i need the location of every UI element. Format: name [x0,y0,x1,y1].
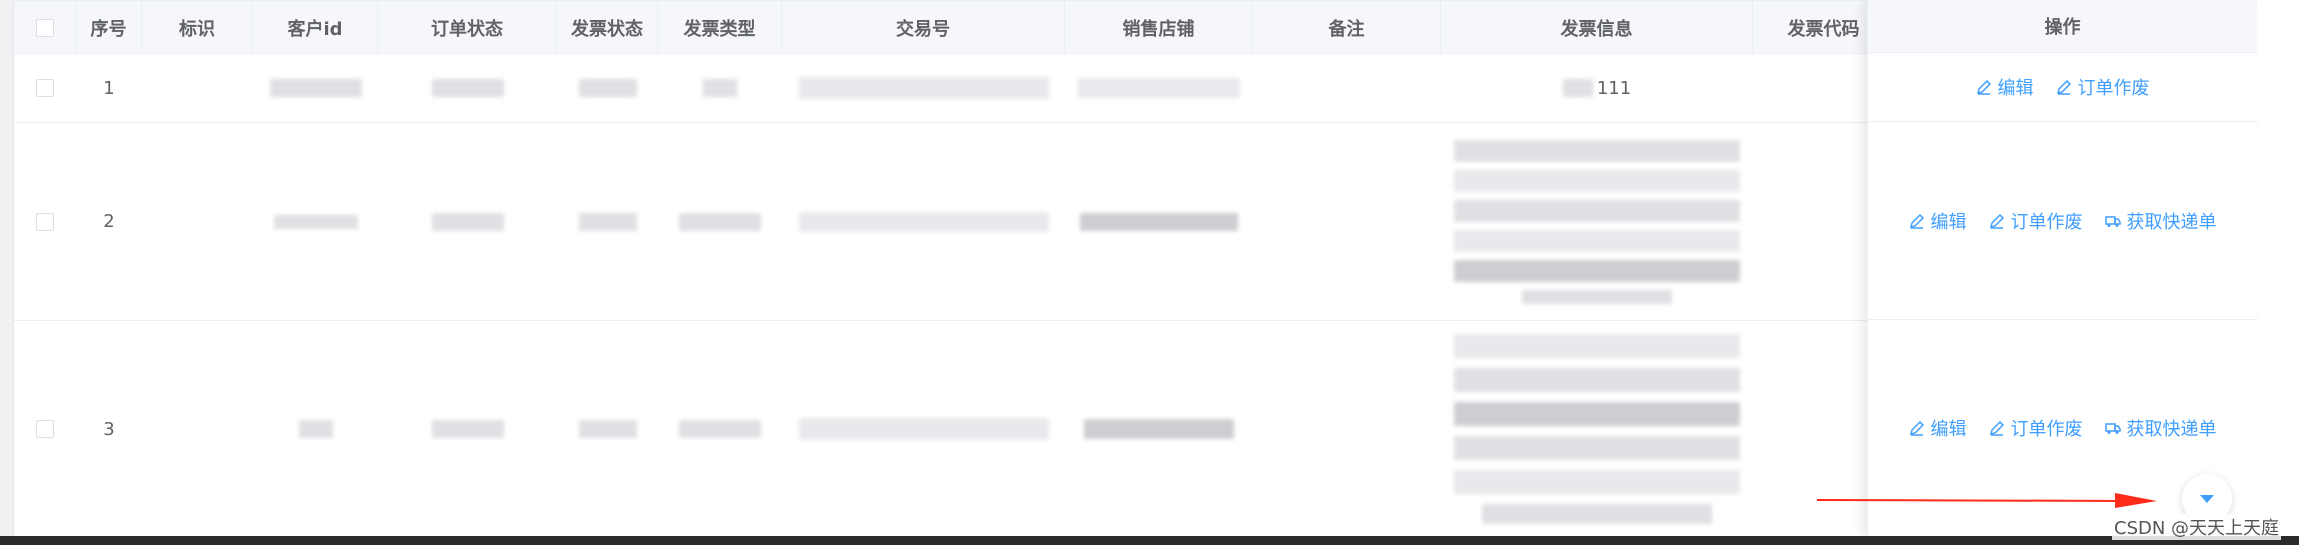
edit-icon [1989,420,2004,436]
col-header-invoice-type[interactable]: 发票类型 [658,1,782,54]
void-order-label: 订单作废 [2010,419,2083,440]
edit-label: 编辑 [1997,78,2034,99]
transaction-no-redacted [782,54,1065,122]
col-header-invoice-status[interactable]: 发票状态 [557,1,658,54]
row-checkbox-cell [14,321,76,537]
edit-icon [1909,420,1924,436]
transaction-no-redacted [782,123,1065,320]
order-status-redacted [378,123,557,320]
col-header-invoice-info[interactable]: 发票信息 [1441,1,1753,54]
row-checkbox[interactable] [36,420,54,438]
invoice-type-redacted [658,123,782,320]
row-actions: 编辑 订单作废 [1868,53,2257,122]
select-all-checkbox[interactable] [35,18,54,37]
edit-button[interactable]: 编辑 [1909,415,1967,441]
get-express-button[interactable]: 获取快递单 [2104,208,2217,234]
col-header-order-status[interactable]: 订单状态 [378,1,557,54]
edit-icon [1989,213,2004,229]
edit-icon [1909,213,1924,229]
row-checkbox[interactable] [36,79,54,97]
store-redacted [1065,54,1253,122]
row-actions: 编辑 订单作废 获取快递单 [1868,122,2257,320]
get-express-label: 获取快递单 [2126,419,2217,440]
left-scroll-strip [0,0,14,545]
col-header-customer-id[interactable]: 客户id [253,1,378,54]
order-status-redacted [378,54,557,122]
row-checkbox-cell [14,123,76,320]
chevron-down-icon [2200,495,2214,503]
store-redacted [1065,321,1253,537]
row-index: 3 [103,418,115,440]
col-header-remark[interactable]: 备注 [1253,1,1441,54]
watermark-text: CSDN @天天上天庭 [2112,514,2282,540]
void-order-button[interactable]: 订单作废 [2056,74,2150,100]
truck-icon [2104,423,2121,434]
edit-icon [2056,79,2071,95]
edit-icon [1976,79,1991,95]
col-header-operation: 操作 [1868,0,2257,53]
select-all-cell [14,1,76,54]
void-order-label: 订单作废 [2010,211,2083,233]
bottom-bar [0,536,2299,545]
edit-button[interactable]: 编辑 [1976,74,2034,100]
row-index: 2 [103,211,115,232]
invoice-info-redacted [1441,321,1753,537]
invoice-info-text: 111 [1596,77,1632,99]
edit-label: 编辑 [1930,211,1967,233]
get-express-label: 获取快递单 [2126,211,2217,233]
customer-id-redacted [253,321,378,537]
get-express-button[interactable]: 获取快递单 [2104,415,2217,441]
truck-icon [2104,215,2121,227]
col-header-flag[interactable]: 标识 [142,1,253,54]
row-checkbox[interactable] [36,212,54,231]
order-status-redacted [378,321,557,537]
customer-id-redacted [253,123,378,320]
invoice-info-cell: 111 [1441,54,1753,122]
store-redacted [1065,123,1253,320]
edit-label: 编辑 [1930,419,1967,440]
invoice-status-redacted [557,123,658,320]
void-order-button[interactable]: 订单作废 [1989,208,2083,234]
invoice-status-redacted [557,54,658,122]
invoice-status-redacted [557,321,658,537]
row-checkbox-cell [14,54,76,122]
col-header-store[interactable]: 销售店铺 [1065,1,1253,54]
arrow-right-icon [1816,493,2157,508]
edit-button[interactable]: 编辑 [1909,208,1967,234]
transaction-no-redacted [782,321,1065,537]
invoice-type-redacted [658,321,782,537]
invoice-info-redacted [1441,123,1753,320]
void-order-label: 订单作废 [2077,78,2150,99]
col-header-transaction-no[interactable]: 交易号 [782,1,1065,54]
row-index: 1 [103,77,115,99]
invoice-type-redacted [658,54,782,122]
customer-id-redacted [253,54,378,122]
void-order-button[interactable]: 订单作废 [1989,415,2083,441]
col-header-index[interactable]: 序号 [76,1,142,54]
operation-column: 操作 编辑 订单作废 编辑 订单作废 获取快递单 编辑 订单作废 获取快递单 [1867,0,2257,536]
